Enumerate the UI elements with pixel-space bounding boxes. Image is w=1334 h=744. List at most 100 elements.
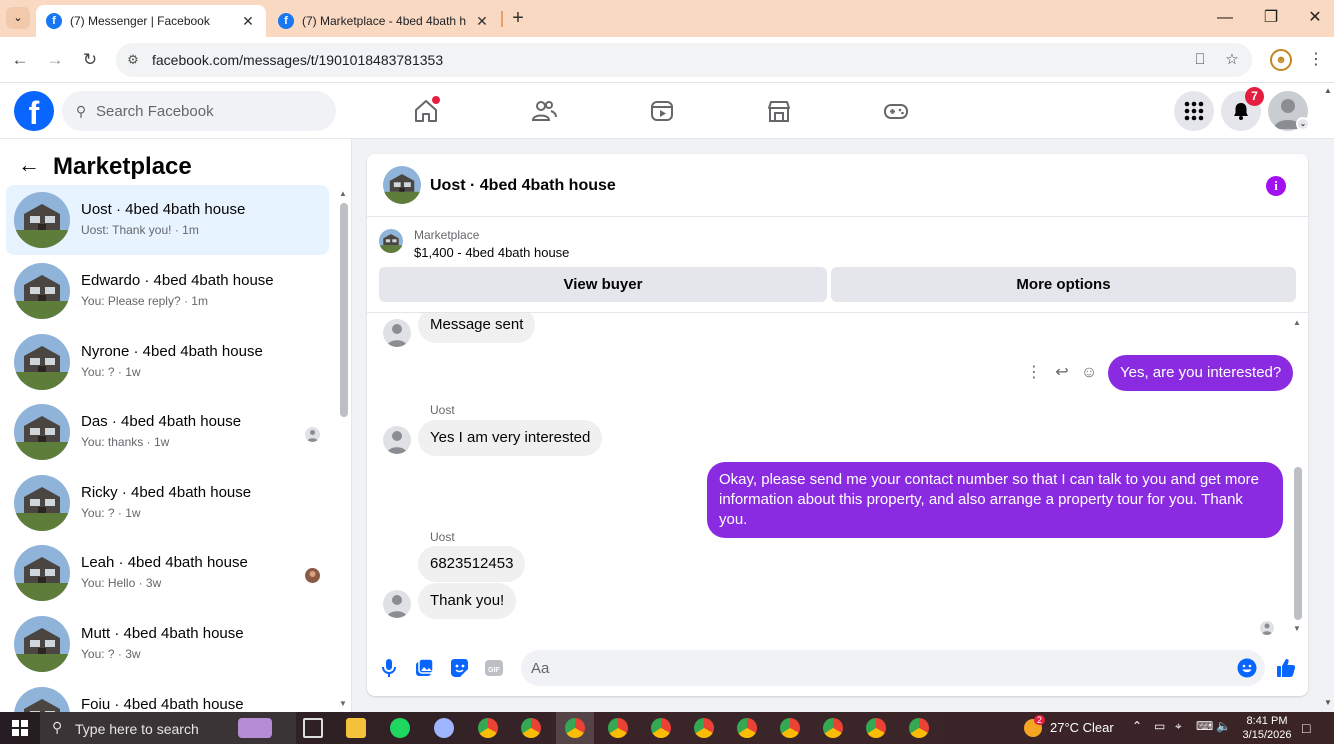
close-window-button[interactable]: ✕ bbox=[1292, 6, 1334, 30]
battery-icon[interactable]: ▭ bbox=[1154, 719, 1165, 733]
like-thumbs-up-icon[interactable] bbox=[1275, 657, 1297, 679]
listing-banner: Marketplace $1,400 - 4bed 4bath house Vi… bbox=[367, 217, 1308, 313]
windows-start-icon[interactable] bbox=[12, 720, 28, 736]
nav-marketplace[interactable] bbox=[765, 97, 793, 125]
conversation-item[interactable]: Mutt · 4bed 4bath house You: ? · 3w bbox=[6, 609, 329, 679]
network-icon[interactable]: ⌖ bbox=[1175, 719, 1182, 734]
conversation-item[interactable]: Leah · 4bed 4bath house You: Hello · 3w bbox=[6, 538, 329, 608]
listing-price-title[interactable]: $1,400 - 4bed 4bath house bbox=[414, 245, 569, 260]
back-button[interactable]: ← bbox=[8, 48, 32, 72]
forward-button[interactable]: → bbox=[43, 48, 67, 72]
react-emoji-icon[interactable]: ☺ bbox=[1078, 362, 1100, 384]
scroll-down-arrow-icon[interactable]: ▼ bbox=[339, 699, 347, 708]
taskbar-clock[interactable]: 8:41 PM 3/15/2026 bbox=[1240, 714, 1294, 742]
minimize-button[interactable]: — bbox=[1202, 6, 1248, 30]
more-options-button[interactable]: More options bbox=[831, 267, 1296, 302]
close-tab-icon[interactable]: ✕ bbox=[474, 13, 490, 30]
nav-friends[interactable] bbox=[530, 97, 558, 125]
chrome-profile-icon[interactable] bbox=[694, 718, 714, 738]
incoming-message[interactable]: Message sent bbox=[418, 313, 536, 343]
page-scroll-down-arrow-icon[interactable]: ▼ bbox=[1324, 698, 1332, 707]
scroll-down-arrow-icon[interactable]: ▼ bbox=[1293, 624, 1301, 633]
conversation-item[interactable]: Uost · 4bed 4bath house Uost: Thank you!… bbox=[6, 185, 329, 255]
scroll-up-arrow-icon[interactable]: ▲ bbox=[1293, 318, 1301, 327]
conversation-item[interactable]: Das · 4bed 4bath house You: thanks · 1w bbox=[6, 397, 329, 467]
browser-profile-icon[interactable]: ☻ bbox=[1270, 49, 1292, 71]
maximize-button[interactable]: ❐ bbox=[1248, 6, 1294, 30]
notifications-button[interactable]: 7 bbox=[1221, 87, 1264, 131]
incoming-message[interactable]: Thank you! bbox=[418, 583, 517, 619]
chat-title[interactable]: Uost · 4bed 4bath house bbox=[430, 177, 616, 195]
language-icon[interactable]: ⌨ bbox=[1196, 719, 1213, 733]
install-app-icon[interactable]: ⎕ bbox=[1190, 51, 1210, 69]
chrome-profile-icon[interactable] bbox=[823, 718, 843, 738]
task-view-icon[interactable] bbox=[303, 718, 323, 738]
info-icon[interactable]: i bbox=[1266, 176, 1286, 196]
weather-text[interactable]: 27°C Clear bbox=[1050, 720, 1114, 735]
bookmark-star-icon[interactable]: ☆ bbox=[1222, 51, 1242, 69]
emoji-icon[interactable] bbox=[1236, 657, 1258, 679]
facebook-logo[interactable]: f bbox=[14, 91, 54, 131]
chrome-profile-icon[interactable] bbox=[909, 718, 929, 738]
search-input[interactable] bbox=[96, 101, 326, 121]
tab-messenger[interactable]: f (7) Messenger | Facebook ✕ bbox=[36, 5, 266, 37]
notification-center-icon[interactable]: □ bbox=[1302, 720, 1310, 736]
chrome-profile-icon[interactable] bbox=[608, 718, 628, 738]
chrome-profile-icon[interactable] bbox=[565, 718, 585, 738]
sidebar-scrollbar[interactable] bbox=[340, 203, 348, 417]
nav-gaming[interactable] bbox=[882, 97, 910, 125]
tab-search-button[interactable]: ⌄ bbox=[6, 7, 30, 29]
view-buyer-button[interactable]: View buyer bbox=[379, 267, 827, 302]
file-explorer-icon[interactable] bbox=[346, 718, 366, 738]
more-actions-icon[interactable]: ⋮ bbox=[1023, 362, 1045, 384]
spotify-icon[interactable] bbox=[390, 718, 410, 738]
nav-home[interactable] bbox=[412, 96, 440, 125]
conversation-item[interactable]: Nyrone · 4bed 4bath house You: ? · 1w bbox=[6, 327, 329, 397]
sender-avatar[interactable] bbox=[383, 590, 411, 618]
search-highlights-icon[interactable] bbox=[238, 718, 272, 738]
chrome-profile-icon[interactable] bbox=[737, 718, 757, 738]
page-scroll-up-arrow-icon[interactable]: ▲ bbox=[1324, 86, 1332, 95]
new-tab-button[interactable]: + bbox=[508, 6, 528, 30]
site-settings-icon[interactable]: ⚙ bbox=[124, 51, 142, 69]
chrome-profile-icon[interactable] bbox=[521, 718, 541, 738]
chrome-profile-icon[interactable] bbox=[651, 718, 671, 738]
microphone-icon[interactable] bbox=[378, 657, 400, 679]
incoming-message[interactable]: 6823512453 bbox=[418, 546, 526, 582]
facebook-search[interactable]: ⚲ bbox=[62, 91, 336, 131]
incoming-message[interactable]: Yes I am very interested bbox=[418, 420, 603, 456]
photo-icon[interactable] bbox=[413, 657, 435, 679]
outgoing-message[interactable]: Okay, please send me your contact number… bbox=[707, 462, 1283, 538]
omnibox[interactable]: ⚙ facebook.com/messages/t/19010184837813… bbox=[116, 43, 1252, 77]
nav-video[interactable] bbox=[648, 97, 676, 125]
sender-avatar[interactable] bbox=[383, 319, 411, 347]
sender-name: Uost bbox=[430, 403, 455, 417]
chrome-profile-icon[interactable] bbox=[780, 718, 800, 738]
tab-marketplace[interactable]: f (7) Marketplace - 4bed 4bath h ✕ bbox=[268, 5, 500, 37]
outgoing-message[interactable]: Yes, are you interested? bbox=[1108, 355, 1294, 391]
paint-app-icon[interactable] bbox=[434, 718, 454, 738]
back-arrow-icon[interactable]: ← bbox=[18, 153, 42, 177]
browser-menu-icon[interactable]: ⋮ bbox=[1306, 49, 1326, 71]
message-input[interactable] bbox=[521, 650, 1265, 686]
chrome-profile-icon[interactable] bbox=[866, 718, 886, 738]
conversation-item[interactable]: Foiu · 4bed 4bath house bbox=[6, 680, 329, 712]
conversation-name: Uost · 4bed 4bath house bbox=[81, 201, 246, 218]
chevron-down-icon[interactable]: ⌄ bbox=[1296, 117, 1310, 131]
show-hidden-icons-chevron-icon[interactable]: ⌃ bbox=[1132, 719, 1142, 733]
close-tab-icon[interactable]: ✕ bbox=[240, 13, 256, 30]
sender-avatar[interactable] bbox=[383, 426, 411, 454]
reply-icon[interactable]: ↩ bbox=[1051, 362, 1073, 384]
menu-button[interactable] bbox=[1174, 91, 1214, 131]
listing-thumbnail[interactable] bbox=[379, 229, 403, 253]
sticker-icon[interactable] bbox=[448, 657, 470, 679]
volume-icon[interactable]: 🔈 bbox=[1216, 719, 1231, 733]
scroll-up-arrow-icon[interactable]: ▲ bbox=[339, 189, 347, 198]
chrome-profile-icon[interactable] bbox=[478, 718, 498, 738]
conversation-item[interactable]: Ricky · 4bed 4bath house You: ? · 1w bbox=[6, 468, 329, 538]
house-thumbnail[interactable] bbox=[383, 166, 421, 204]
reload-button[interactable]: ↻ bbox=[78, 48, 102, 72]
gif-icon[interactable]: GIF bbox=[483, 657, 505, 679]
conversation-item[interactable]: Edwardo · 4bed 4bath house You: Please r… bbox=[6, 256, 329, 326]
chat-scrollbar[interactable] bbox=[1294, 467, 1302, 620]
